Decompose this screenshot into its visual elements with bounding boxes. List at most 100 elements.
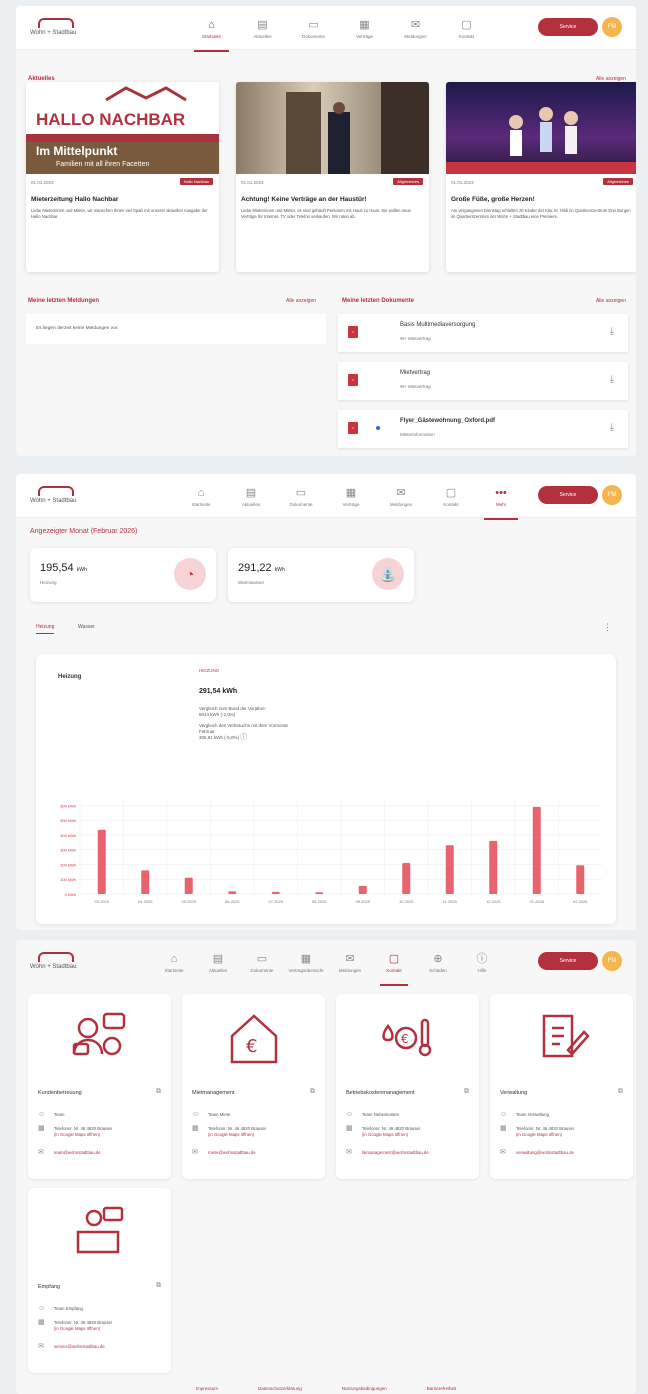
news-title: Mieterzeitung Hallo Nachbar	[31, 196, 119, 203]
bar[interactable]	[576, 865, 585, 894]
person-icon: ☺	[500, 1111, 508, 1118]
tab-water[interactable]: Wasser	[78, 624, 95, 630]
nav-item[interactable]: ⌂ Startseite	[186, 12, 237, 52]
person-icon: ☺	[38, 1305, 46, 1312]
bar[interactable]	[445, 845, 454, 894]
nav-item[interactable]: ▦ Vertragsübersicht	[284, 946, 328, 982]
x-tick-label: 01.2026	[530, 899, 545, 904]
x-tick-label: 09.2025	[356, 899, 371, 904]
nav-item[interactable]: ✉ Meldungen	[390, 12, 441, 48]
tab-heating[interactable]: Heizung	[36, 624, 55, 634]
nav-item[interactable]: ▢ Kontakt	[426, 480, 476, 516]
nav-item[interactable]: ✉ Meldungen	[376, 480, 426, 516]
service-button[interactable]: Service	[538, 952, 598, 970]
nav-item[interactable]: ▢ Kontakt	[441, 12, 492, 48]
bar[interactable]	[97, 829, 106, 894]
home-icon: ⌂	[197, 487, 205, 499]
building-icon: ▦	[346, 1125, 353, 1132]
avatar[interactable]: FM	[602, 17, 622, 37]
pdf-icon: ▪	[348, 326, 358, 338]
chart-card: Heizung HEIZUNG 291,54 kWh Vergleich zum…	[36, 654, 616, 924]
document-icon: ▭	[295, 487, 307, 499]
nav-item[interactable]: ▤ Aktuelles	[237, 12, 288, 48]
bar[interactable]	[315, 892, 324, 894]
kpi-water: 291,22 kWh Warmwasser ⛲	[228, 548, 414, 602]
document-item[interactable]: ▪ Flyer_Gästewohnung_Oxford.pdf Mieterinfo…	[338, 410, 628, 448]
nav-item[interactable]: ✉ Meldungen	[328, 946, 372, 982]
x-tick-label: 05.2025	[182, 899, 197, 904]
nav-item[interactable]: ▤ Aktuelles	[226, 480, 276, 516]
nav-item[interactable]: ⓘ Hilfe	[460, 946, 504, 982]
download-icon[interactable]: ⤓	[610, 326, 614, 337]
nav-item[interactable]: ▦ Verträge	[339, 12, 390, 48]
mail-icon: ✉	[192, 1149, 198, 1156]
bar[interactable]	[358, 885, 367, 894]
avatar[interactable]: FM	[602, 485, 622, 505]
header: Wohn + Stadtbau ⌂ Startseite ▤ Aktuelles ▭…	[16, 474, 636, 520]
bar[interactable]	[402, 862, 411, 894]
nav-item[interactable]: ▭ Dokumente	[288, 12, 339, 48]
bar[interactable]	[489, 840, 498, 894]
download-icon[interactable]: ⤓	[610, 422, 614, 433]
news-title: Achtung! Keine Verträge an der Haustür!	[241, 196, 367, 203]
svg-text:€: €	[246, 1036, 257, 1057]
reports-show-all-link[interactable]: Alle anzeigen	[286, 298, 316, 304]
download-icon[interactable]: ⤓	[610, 374, 614, 385]
contact-card-rent: € Mietmanagement ⧉ ☺ Team Miete ▦ Telefonnr…	[182, 994, 325, 1179]
service-button[interactable]: Service	[538, 18, 598, 36]
mail-icon: ✉	[410, 19, 421, 31]
news-image: HALLO NACHBAR Im Mittelpunkt Familien mi…	[26, 82, 219, 174]
nav-item[interactable]: ▤ Aktuelles	[196, 946, 240, 982]
contacts-panel: Wohn + Stadtbau ⌂ Startseite ▤ Aktuelles ▭…	[16, 940, 636, 1394]
faucet-icon: ⛲	[372, 558, 404, 590]
bar[interactable]	[184, 877, 193, 894]
documents-show-all-link[interactable]: Alle anzeigen	[596, 298, 626, 304]
contract-icon: ▦	[300, 953, 312, 965]
bar[interactable]	[532, 806, 541, 894]
more-vertical-icon[interactable]: ⋮	[603, 622, 612, 633]
copy-icon[interactable]: ⧉	[310, 1088, 315, 1096]
news-card[interactable]: 01.01.2023 Allgemeines Große Füße, große…	[446, 82, 636, 272]
door-scene-image	[286, 82, 429, 174]
contact-icon: ▢	[388, 953, 400, 965]
info-icon[interactable]: ⓘ	[240, 734, 247, 741]
bar[interactable]	[271, 891, 280, 894]
document-item[interactable]: ▪ Basis Multimediaversorgung W+ Mietvertra…	[338, 314, 628, 352]
news-card[interactable]: HALLO NACHBAR Im Mittelpunkt Familien mi…	[26, 82, 219, 272]
gauge-icon: ◔	[174, 558, 206, 590]
main-nav: ⌂ Startseite ▤ Aktuelles ▭ Dokumente ▦ Vertr…	[152, 946, 504, 986]
news-date: 01.01.2023	[241, 180, 264, 185]
nav-item[interactable]: ▭ Dokumente	[276, 480, 326, 516]
nav-item[interactable]: ••• Mehr	[476, 480, 526, 520]
news-body: Liebe Mieterinnen und Mieter, wir wünsch…	[31, 208, 208, 219]
news-date: 01.01.2023	[31, 180, 54, 185]
news-title: Große Füße, große Herzen!	[451, 196, 535, 203]
damage-icon: ⊕	[433, 953, 443, 965]
home-icon: ⌂	[170, 953, 178, 965]
nav-item[interactable]: ⌂ Startseite	[176, 480, 226, 516]
copy-icon[interactable]: ⧉	[156, 1088, 161, 1096]
kpi-heating: 195,54 kWh Heizung ◔	[30, 548, 216, 602]
copy-icon[interactable]: ⧉	[464, 1088, 469, 1096]
nav-item[interactable]: ⌂ Startseite	[152, 946, 196, 982]
copy-icon[interactable]: ⧉	[618, 1088, 623, 1096]
nav-item[interactable]: ▭ Dokumente	[240, 946, 284, 982]
bar[interactable]	[141, 870, 150, 894]
logo[interactable]: Wohn + Stadtbau	[30, 486, 82, 508]
service-button[interactable]: Service	[538, 486, 598, 504]
news-card[interactable]: 01.01.2023 Allgemeines Achtung! Keine Ve…	[236, 82, 429, 272]
nav-item[interactable]: ⊕ Schäden	[416, 946, 460, 982]
avatar[interactable]: FM	[602, 951, 622, 971]
reports-section-title: Meine letzten Meldungen	[28, 298, 100, 304]
logo[interactable]: Wohn + Stadtbau	[30, 952, 82, 974]
news-icon: ▤	[245, 487, 257, 499]
nav-item[interactable]: ▦ Verträge	[326, 480, 376, 516]
nav-item[interactable]: ▢ Kontakt	[372, 946, 416, 986]
x-tick-label: 11.2025	[443, 899, 458, 904]
logo[interactable]: Wohn + Stadtbau	[30, 18, 82, 40]
mail-icon: ✉	[500, 1149, 506, 1156]
mail-icon: ✉	[38, 1149, 44, 1156]
document-item[interactable]: ▪ Mietvertrag W+ Mietvertrag ⤓	[338, 362, 628, 400]
copy-icon[interactable]: ⧉	[156, 1282, 161, 1290]
bar[interactable]	[228, 891, 237, 894]
